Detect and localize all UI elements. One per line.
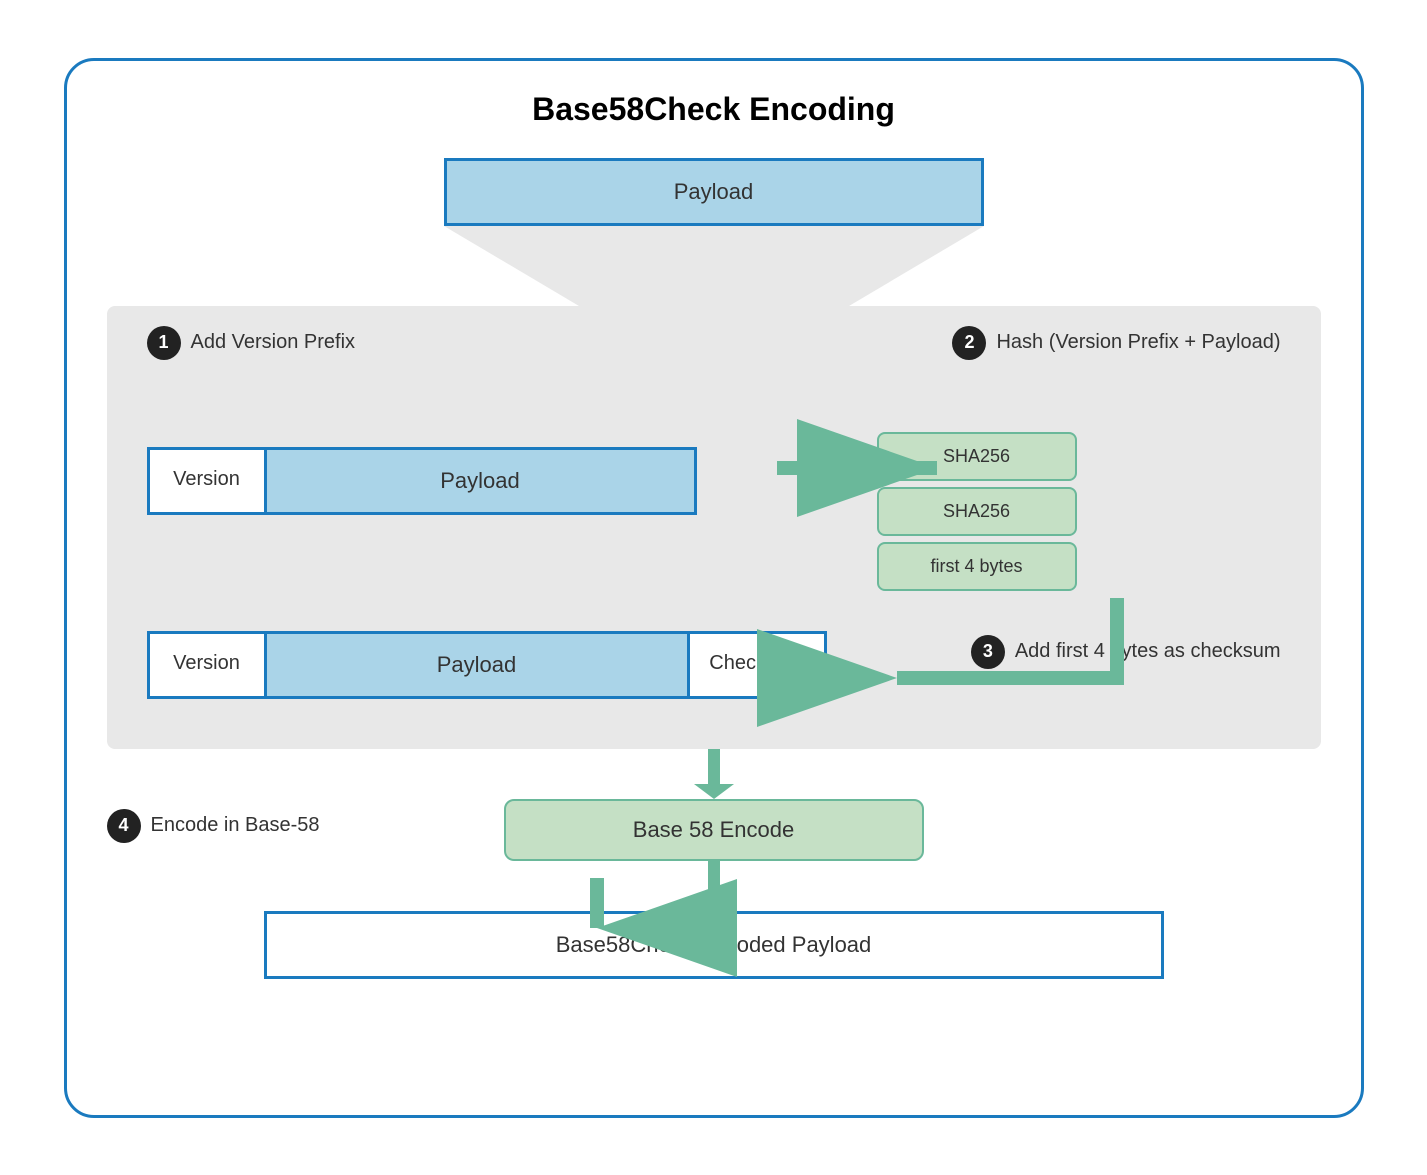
version-payload-row1: Version Payload	[147, 447, 697, 515]
final-box-section: Base58Check Encoded Payload	[107, 911, 1321, 979]
payload-top-box: Payload	[444, 158, 984, 226]
diagram-title: Base58Check Encoding	[107, 91, 1321, 128]
row2-container: Version Payload SHA256 SHA256	[147, 372, 1281, 591]
step4-text: Encode in Base-58	[151, 814, 320, 837]
transition-area	[107, 226, 1321, 306]
step2-text: Hash (Version Prefix + Payload)	[996, 331, 1280, 354]
version-payload-checksum-row: Version Payload Checksum	[147, 631, 827, 699]
sha256-box-2: SHA256	[877, 487, 1077, 536]
top-payload-section: Payload	[107, 158, 1321, 226]
version-box-2: Version	[147, 631, 267, 699]
step4-section: 4 Encode in Base-58 Base 58 Encode	[107, 799, 1321, 861]
step2-label-row: 2 Hash (Version Prefix + Payload)	[952, 326, 1280, 360]
final-box: Base58Check Encoded Payload	[264, 911, 1164, 979]
step3-label-row: 3 Add first 4 bytes as checksum	[971, 635, 1281, 669]
bottom-spacer	[147, 699, 1281, 719]
step1-text: Add Version Prefix	[191, 331, 356, 354]
checksum-box: Checksum	[687, 631, 827, 699]
grey-section: 1 Add Version Prefix 2 Hash (Version Pre…	[107, 306, 1321, 749]
diagram-container: Base58Check Encoding	[64, 58, 1364, 1118]
version-box-1: Version	[147, 447, 267, 515]
step2-circle: 2	[952, 326, 986, 360]
payload-mid-box: Payload	[267, 447, 697, 515]
sha-column: SHA256 SHA256 first 4 bytes	[877, 432, 1077, 591]
step1-circle: 1	[147, 326, 181, 360]
step3-circle: 3	[971, 635, 1005, 669]
diagram-body: Payload 1 Add Version Prefix 2	[107, 158, 1321, 979]
step4-label-row: 4 Encode in Base-58	[107, 809, 320, 843]
first4bytes-box: first 4 bytes	[877, 542, 1077, 591]
step3-text: Add first 4 bytes as checksum	[1015, 640, 1281, 663]
base58-encode-box: Base 58 Encode	[504, 799, 924, 861]
payload-lower-box: Payload	[267, 631, 687, 699]
row-spacer	[147, 591, 1281, 631]
step4-circle: 4	[107, 809, 141, 843]
arrow-down-1	[107, 749, 1321, 799]
arrow-down-2	[107, 861, 1321, 911]
sha256-box-1: SHA256	[877, 432, 1077, 481]
